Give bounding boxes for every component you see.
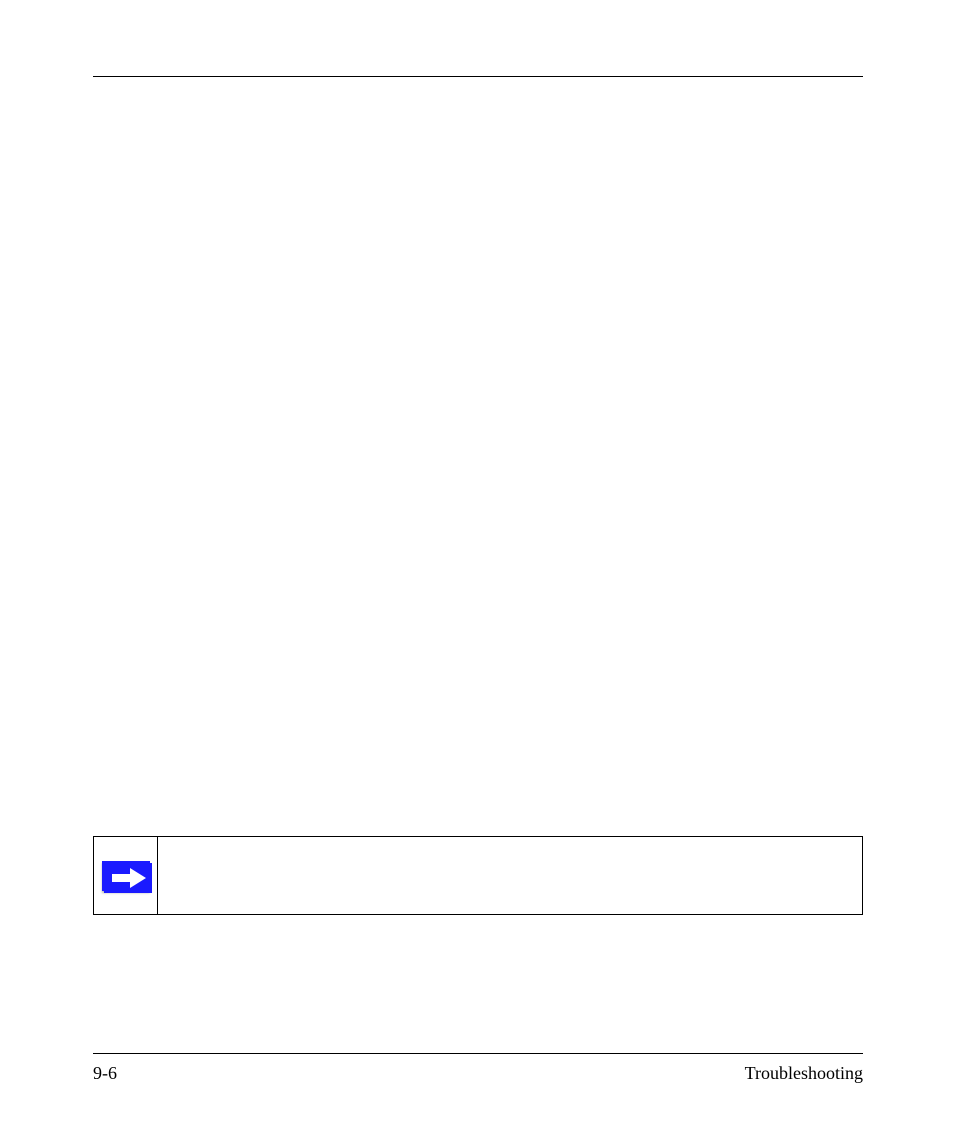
note-icon-cell bbox=[94, 837, 158, 915]
note-text bbox=[158, 837, 863, 915]
footer-rule bbox=[93, 1053, 863, 1054]
header-rule bbox=[93, 76, 863, 77]
arrow-right-icon bbox=[102, 861, 150, 891]
section-title: Troubleshooting bbox=[745, 1063, 863, 1084]
page-number: 9-6 bbox=[93, 1063, 117, 1084]
note-callout bbox=[93, 836, 863, 915]
page: 9-6 Troubleshooting bbox=[0, 0, 954, 1145]
